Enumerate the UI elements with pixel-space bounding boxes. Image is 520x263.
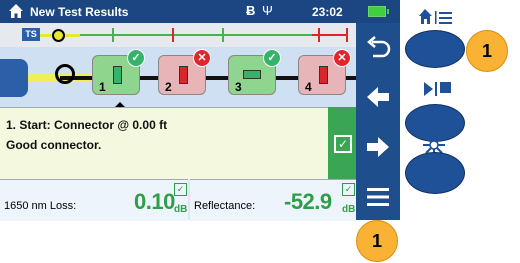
event-tick (172, 28, 174, 42)
pass-check-icon: ✓ (263, 49, 281, 67)
play-pause-icon (424, 82, 451, 96)
event-tick (112, 28, 114, 42)
menu-icon (367, 188, 389, 206)
clock: 23:02 (312, 5, 343, 19)
start-marker (52, 29, 65, 42)
previous-button[interactable] (356, 73, 400, 121)
device-screen: New Test Results Ƀ Ψ 23:02 TS 1 ✓ 2 ✕ 3 … (0, 0, 400, 221)
event-number: 2 (165, 80, 172, 94)
launch-cable (0, 59, 28, 97)
reflectance-pass-icon: ✓ (342, 183, 355, 196)
back-button[interactable] (356, 25, 400, 73)
event-tick (318, 28, 320, 42)
battery-icon (368, 6, 389, 17)
reflectance-measurement: Reflectance: -52.9 dB ✓ (190, 179, 356, 221)
fail-x-icon: ✕ (193, 49, 211, 67)
usb-icon: Ψ (262, 3, 273, 18)
event-card-2[interactable]: 2 ✕ (158, 49, 211, 95)
start-connector-icon (55, 64, 75, 84)
event-number: 4 (305, 80, 312, 94)
menu-button[interactable] (356, 173, 400, 221)
loss-label: 1650 nm Loss: (4, 200, 77, 212)
home-icon[interactable] (8, 3, 24, 19)
event-tick (222, 28, 224, 42)
event-card-3[interactable]: 3 ✓ (228, 49, 281, 95)
event-description: 1. Start: Connector @ 0.00 ft (6, 118, 168, 132)
bluetooth-icon: Ƀ (246, 3, 256, 18)
callout-badge-bottom: 1 (356, 220, 398, 262)
callout-badge-right: 1 (466, 30, 508, 72)
next-button[interactable] (356, 123, 400, 171)
event-map: 1 ✓ 2 ✕ 3 ✓ 4 ✕ (0, 47, 356, 109)
event-number: 1 (99, 80, 106, 94)
arrow-right-icon (367, 137, 389, 157)
event-card-1[interactable]: 1 ✓ (92, 49, 145, 95)
loss-value: 0.10 (134, 189, 175, 214)
results-panel: TS 1 ✓ 2 ✕ 3 ✓ 4 ✕ 1. Start: Connector @… (0, 23, 356, 221)
laser-button[interactable] (405, 152, 465, 194)
page-title: New Test Results (30, 5, 129, 19)
checkbox-icon: ✓ (334, 135, 352, 153)
home-menu-icon (419, 9, 452, 24)
reflectance-value: -52.9 (284, 189, 332, 214)
home-menu-button[interactable] (405, 30, 465, 68)
loss-pass-icon: ✓ (174, 183, 187, 196)
reflectance-unit: dB (342, 204, 356, 215)
ts-badge: TS (22, 28, 40, 41)
event-tick (346, 28, 348, 42)
event-card-4[interactable]: 4 ✕ (298, 49, 351, 95)
event-details: 1. Start: Connector @ 0.00 ft Good conne… (0, 107, 328, 180)
event-number: 3 (235, 80, 242, 94)
status-bar: New Test Results Ƀ Ψ 23:02 (0, 0, 400, 23)
splice-icon (243, 70, 261, 79)
reflectance-label: Reflectance: (194, 200, 256, 212)
loss-unit: dB (174, 204, 188, 215)
softkey-column (356, 23, 400, 220)
arrow-left-icon (367, 87, 389, 107)
connector-icon (179, 66, 188, 84)
connector-icon (319, 66, 328, 84)
fail-x-icon: ✕ (333, 49, 351, 67)
pass-check-icon: ✓ (127, 49, 145, 67)
pass-segment (80, 34, 312, 36)
event-diagnosis: Good connector. (6, 138, 102, 152)
details-status: ✓ (328, 107, 356, 179)
back-icon (367, 36, 391, 58)
loss-measurement: 1650 nm Loss: 0.10 dB ✓ (0, 179, 188, 221)
connector-icon (113, 66, 122, 84)
trace-overview[interactable]: TS (0, 23, 356, 47)
